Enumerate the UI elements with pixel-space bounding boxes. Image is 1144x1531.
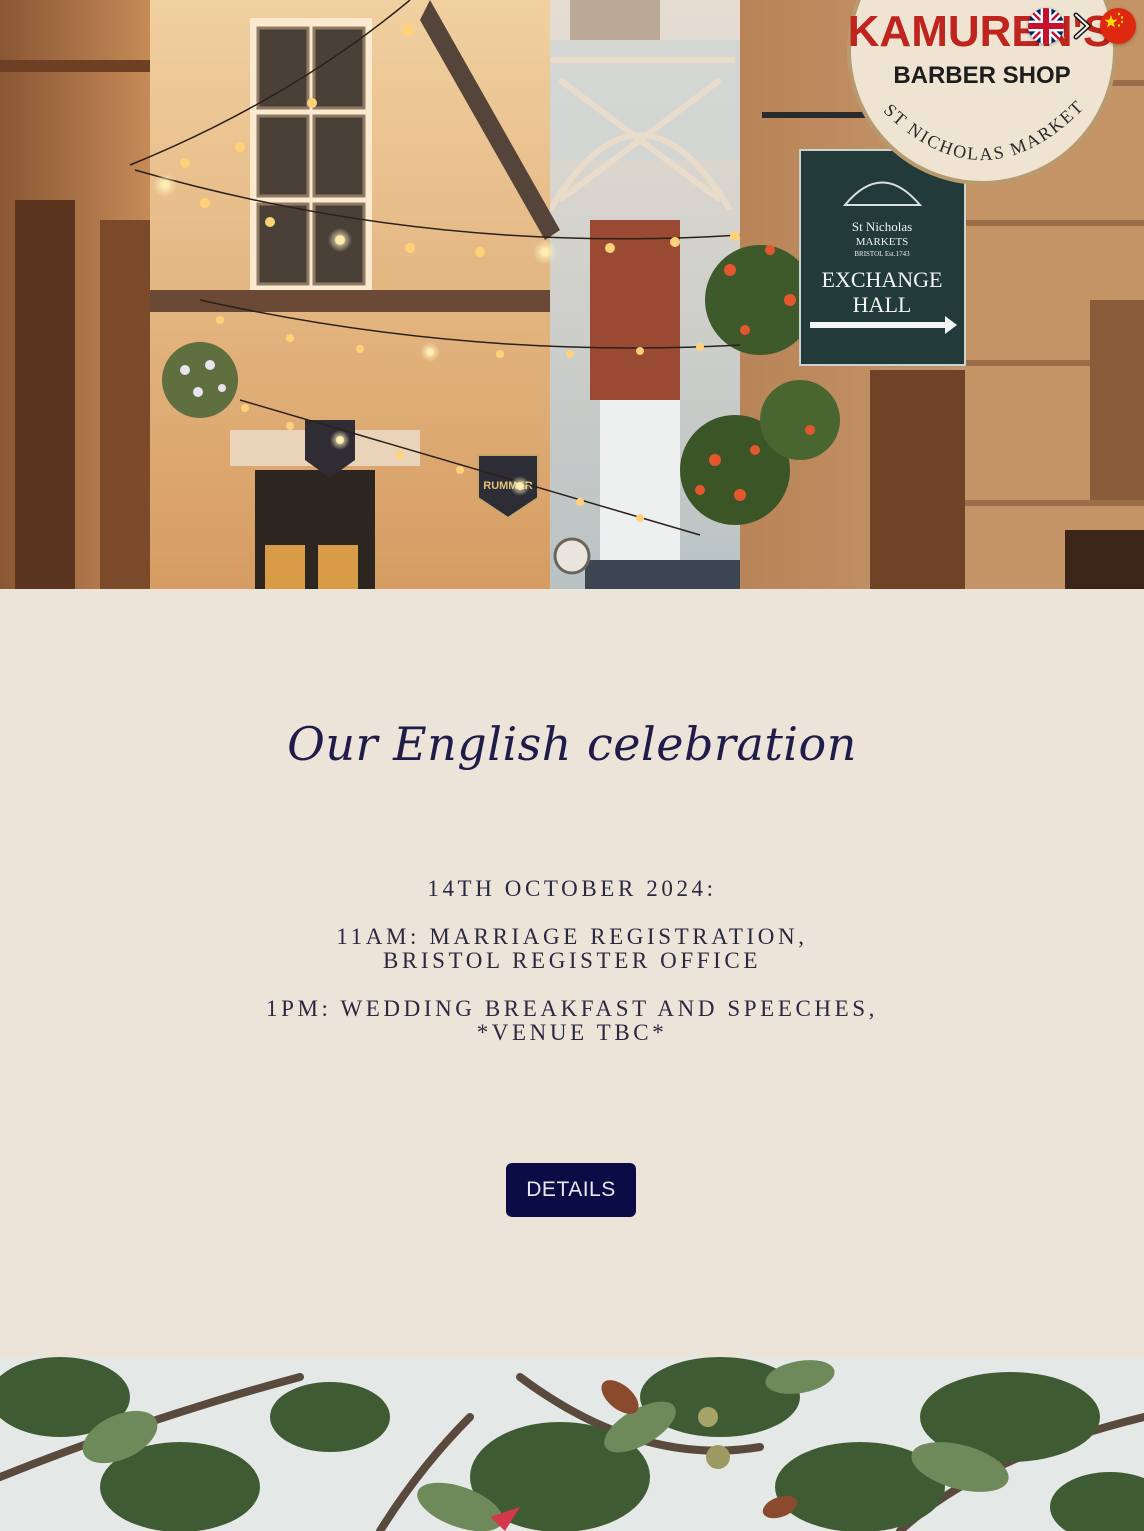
schedule-item-breakfast-line2: *VENUE TBC* [476, 1020, 668, 1045]
english-celebration-section: Our English celebration 14TH OCTOBER 202… [0, 589, 1144, 1357]
event-schedule: 14TH OCTOBER 2024: 11AM: MARRIAGE REGIST… [0, 877, 1144, 1069]
schedule-item-registration: 11AM: MARRIAGE REGISTRATION, BRISTOL REG… [0, 925, 1144, 973]
event-date: 14TH OCTOBER 2024: [0, 877, 1144, 901]
market-sign-line2: MARKETS [856, 236, 909, 248]
exchange-sign-line2: HALL [853, 292, 912, 317]
schedule-item-registration-line1: 11AM: MARRIAGE REGISTRATION, [336, 924, 808, 949]
uk-flag-icon[interactable] [1028, 8, 1064, 44]
language-switcher [1028, 8, 1136, 44]
schedule-item-registration-line2: BRISTOL REGISTER OFFICE [382, 948, 761, 973]
market-sign-line3: BRISTOL Est.1743 [854, 250, 910, 258]
leaves-image [0, 1357, 1144, 1531]
hero-image: RUMMER St Nicholas MARKETS BRISTOL Est.1… [0, 0, 1144, 589]
chevron-right-icon[interactable] [1068, 12, 1096, 40]
barber-sign-sub: BARBER SHOP [893, 62, 1070, 89]
details-button[interactable]: DETAILS [506, 1163, 636, 1217]
schedule-item-breakfast-line1: 1PM: WEDDING BREAKFAST AND SPEECHES, [265, 996, 879, 1021]
section-title: Our English celebration [287, 717, 857, 771]
market-sign-line1: St Nicholas [852, 219, 912, 234]
china-flag-icon[interactable] [1100, 8, 1136, 44]
schedule-item-breakfast: 1PM: WEDDING BREAKFAST AND SPEECHES, *VE… [0, 997, 1144, 1045]
market-alley-photo: RUMMER St Nicholas MARKETS BRISTOL Est.1… [0, 0, 1144, 589]
tree-leaves-photo [0, 1357, 1144, 1531]
exchange-sign-line1: EXCHANGE [822, 267, 943, 292]
event-date-text: 14TH OCTOBER 2024: [427, 876, 717, 901]
